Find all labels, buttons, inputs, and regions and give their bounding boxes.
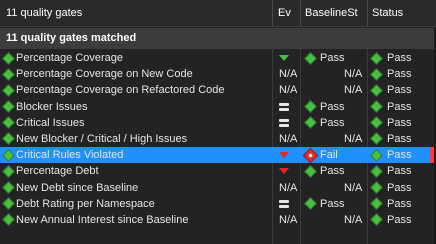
group-row[interactable]: 11 quality gates matched bbox=[0, 28, 436, 49]
status-value: Pass bbox=[387, 165, 412, 178]
pass-diamond-icon bbox=[370, 164, 383, 178]
gate-name: Percentage Coverage bbox=[16, 52, 124, 64]
pass-diamond-icon bbox=[370, 84, 383, 97]
trend-down-green-icon bbox=[279, 55, 289, 61]
gate-name: Blocker Issues bbox=[16, 100, 88, 113]
gate-name: New Blocker / Critical / High Issues bbox=[16, 132, 188, 145]
table-row[interactable]: Debt Rating per Namespace Pass Pass bbox=[0, 196, 436, 212]
status-value: Pass bbox=[387, 100, 412, 113]
baseline-value: N/A bbox=[344, 84, 363, 97]
equal-icon bbox=[279, 199, 289, 208]
pass-diamond-icon bbox=[370, 197, 383, 211]
status-value: Pass bbox=[387, 116, 412, 129]
table-row[interactable]: Blocker Issues Pass Pass bbox=[0, 99, 436, 115]
column-header-baseline[interactable]: BaselineSt bbox=[305, 0, 367, 27]
column-header-status[interactable]: Status bbox=[372, 0, 434, 27]
pass-diamond-icon bbox=[2, 51, 15, 65]
table-row[interactable]: Critical Rules Violated Fail Pass bbox=[0, 147, 436, 164]
pass-diamond-icon bbox=[304, 116, 317, 130]
baseline-value: Pass bbox=[320, 165, 345, 178]
baseline-value: Pass bbox=[320, 52, 345, 64]
column-divider[interactable] bbox=[300, 0, 301, 27]
gate-name: Critical Rules Violated bbox=[16, 149, 124, 162]
pass-diamond-icon bbox=[2, 84, 15, 97]
table-row[interactable]: New Blocker / Critical / High Issues N/A N… bbox=[0, 131, 436, 147]
pass-diamond-icon bbox=[2, 100, 15, 113]
trend-down-red-icon bbox=[279, 168, 289, 175]
gate-name: Critical Issues bbox=[16, 116, 85, 129]
pass-diamond-icon bbox=[370, 213, 383, 227]
pass-diamond-icon bbox=[2, 116, 15, 130]
status-value: Pass bbox=[387, 181, 412, 194]
pass-diamond-icon bbox=[370, 148, 383, 162]
table-row[interactable]: Percentage Coverage on New Code N/A N/A Pas… bbox=[0, 66, 436, 82]
ev-value: N/A bbox=[279, 84, 298, 97]
baseline-value: N/A bbox=[344, 213, 363, 226]
column-header-ev[interactable]: Ev bbox=[278, 0, 300, 27]
pass-diamond-icon bbox=[304, 100, 317, 113]
pass-diamond-icon bbox=[370, 100, 383, 113]
gate-name: New Annual Interest since Baseline bbox=[16, 213, 189, 226]
pass-diamond-icon bbox=[304, 197, 317, 211]
baseline-value: Fail bbox=[320, 149, 338, 162]
baseline-value: Pass bbox=[320, 116, 345, 129]
fail-diamond-icon bbox=[302, 147, 319, 163]
status-value: Pass bbox=[387, 52, 412, 64]
equal-icon bbox=[279, 118, 289, 127]
table-row[interactable]: Percentage Coverage on Refactored Code N/… bbox=[0, 82, 436, 98]
table-row[interactable]: Percentage Coverage Pass Pass bbox=[0, 50, 436, 66]
ev-value: N/A bbox=[279, 68, 298, 81]
pass-diamond-icon bbox=[370, 67, 383, 81]
quality-gates-list: Percentage Coverage Pass Pass Percentage Co… bbox=[0, 50, 436, 228]
grid-header: 11 quality gates Ev BaselineSt Status bbox=[0, 0, 436, 27]
table-row[interactable]: Critical Issues Pass Pass bbox=[0, 115, 436, 131]
column-header-name[interactable]: 11 quality gates bbox=[6, 0, 272, 27]
table-row[interactable]: New Debt since Baseline N/A N/A Pass bbox=[0, 180, 436, 196]
status-value: Pass bbox=[387, 132, 412, 145]
ev-value: N/A bbox=[279, 132, 298, 145]
baseline-value: N/A bbox=[344, 181, 363, 194]
column-divider[interactable] bbox=[272, 0, 273, 27]
column-divider[interactable] bbox=[367, 0, 368, 27]
pass-diamond-icon bbox=[2, 197, 15, 211]
baseline-value: Pass bbox=[320, 197, 345, 210]
pass-diamond-icon bbox=[2, 181, 15, 194]
pass-diamond-icon bbox=[2, 67, 15, 81]
pass-diamond-icon bbox=[370, 116, 383, 130]
baseline-value: N/A bbox=[344, 68, 363, 81]
pass-diamond-icon bbox=[2, 213, 15, 227]
status-value: Pass bbox=[387, 68, 412, 81]
equal-icon bbox=[279, 102, 289, 111]
table-row[interactable]: Percentage Debt Pass Pass bbox=[0, 163, 436, 179]
gate-name: New Debt since Baseline bbox=[16, 181, 139, 194]
group-label: 11 quality gates matched bbox=[6, 32, 137, 44]
pass-diamond-icon bbox=[370, 181, 383, 194]
gate-name: Percentage Debt bbox=[16, 165, 99, 178]
gate-name: Percentage Coverage on New Code bbox=[16, 68, 193, 81]
status-value: Pass bbox=[387, 197, 412, 210]
pass-diamond-icon bbox=[2, 164, 15, 178]
pass-diamond-icon bbox=[304, 51, 317, 65]
status-value: Pass bbox=[387, 213, 412, 226]
pass-diamond-icon bbox=[370, 51, 383, 65]
table-row[interactable]: New Annual Interest since Baseline N/A N/A… bbox=[0, 212, 436, 228]
status-value: Pass bbox=[387, 84, 412, 97]
pass-diamond-icon bbox=[304, 164, 317, 178]
pass-diamond-icon bbox=[2, 132, 15, 146]
baseline-value: N/A bbox=[344, 132, 363, 145]
status-value: Pass bbox=[387, 149, 412, 162]
pass-diamond-icon bbox=[370, 132, 383, 146]
gate-name: Percentage Coverage on Refactored Code bbox=[16, 84, 225, 97]
ev-value: N/A bbox=[279, 181, 298, 194]
baseline-value: Pass bbox=[320, 100, 345, 113]
gate-name: Debt Rating per Namespace bbox=[16, 197, 155, 210]
ev-value: N/A bbox=[279, 213, 298, 226]
pass-diamond-icon bbox=[2, 148, 15, 162]
trend-down-red-icon bbox=[279, 152, 289, 159]
